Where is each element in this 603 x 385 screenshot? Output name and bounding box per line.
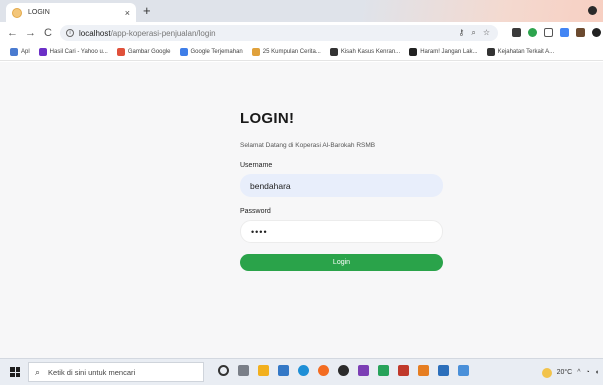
windows-start-icon[interactable] — [10, 367, 20, 377]
login-button[interactable]: Login — [240, 254, 443, 271]
tab-strip-tint — [363, 0, 603, 22]
address-bar-actions: ⚷ ⌕ ☆ — [458, 25, 490, 41]
site-info-icon[interactable]: i — [66, 29, 74, 37]
task-view-icon[interactable] — [238, 365, 249, 376]
extension-icon[interactable] — [544, 28, 553, 37]
bookmark-site-icon — [409, 48, 418, 56]
extension-icon[interactable] — [576, 28, 585, 37]
bookmark-star-icon[interactable]: ☆ — [483, 25, 490, 41]
bookmarks-bar: Apl Hasil Cari - Yahoo u... Gambar Googl… — [0, 44, 603, 61]
zoom-icon[interactable]: ⌕ — [471, 25, 475, 41]
app-icon[interactable] — [458, 365, 469, 376]
bookmark-item[interactable]: Hasil Cari - Yahoo u... — [38, 48, 108, 56]
app-icon[interactable] — [358, 365, 369, 376]
taskbar-apps — [218, 365, 469, 376]
new-tab-button[interactable]: + — [143, 3, 151, 19]
extension-icon[interactable] — [528, 28, 537, 37]
translate-icon — [179, 48, 188, 56]
forward-button[interactable]: → — [25, 26, 36, 40]
taskbar-search[interactable]: ⌕ Ketik di sini untuk mencari — [28, 362, 204, 382]
tab-strip: LOGIN × + — [0, 0, 603, 22]
profile-icon[interactable] — [588, 6, 597, 15]
system-tray: 20°C ^ ◔ ◖ — [541, 359, 599, 385]
menu-icon[interactable] — [592, 28, 601, 37]
bookmark-item[interactable]: Kisah Kasus Kenran... — [329, 48, 400, 56]
password-field[interactable]: •••• — [240, 220, 443, 243]
extension-icon[interactable] — [512, 28, 521, 37]
extension-icon[interactable] — [560, 28, 569, 37]
extension-icons — [512, 28, 601, 37]
navigation-bar: ← → C i localhost/app-koperasi-penjualan… — [0, 22, 603, 44]
bookmark-item[interactable]: Gambar Google — [116, 48, 171, 56]
bookmark-item[interactable]: Apl — [10, 48, 30, 56]
temperature[interactable]: 20°C — [557, 369, 573, 376]
url-host: localhost — [79, 28, 111, 38]
app-icon[interactable] — [378, 365, 389, 376]
welcome-text: Selamat Datang di Koperasi Al-Barokah RS… — [240, 142, 376, 149]
tab-title: LOGIN — [28, 9, 50, 16]
address-bar[interactable]: i localhost/app-koperasi-penjualan/login… — [60, 25, 498, 41]
bookmark-item[interactable]: Google Terjemahan — [179, 48, 243, 56]
tray-chevron-icon[interactable]: ^ — [577, 369, 580, 376]
bookmark-item[interactable]: 25 Kumpulan Cerita... — [251, 48, 321, 56]
file-explorer-icon[interactable] — [258, 365, 269, 376]
favicon-icon — [12, 7, 22, 18]
login-form: LOGIN! Selamat Datang di Koperasi Al-Bar… — [240, 110, 445, 271]
weather-icon[interactable] — [541, 367, 552, 378]
apps-grid-icon — [10, 48, 18, 56]
edge-icon[interactable] — [298, 365, 309, 376]
username-field[interactable]: bendahara — [240, 174, 443, 197]
bookmark-site-icon — [329, 48, 338, 56]
tab-close-icon[interactable]: × — [125, 8, 130, 18]
bookmark-site-icon — [251, 48, 260, 56]
network-icon[interactable]: ◔ — [586, 369, 590, 376]
volume-icon[interactable]: ◖ — [595, 369, 599, 376]
app-icon[interactable] — [438, 365, 449, 376]
app-icon[interactable] — [398, 365, 409, 376]
page-title: LOGIN! — [240, 110, 295, 127]
app-icon[interactable] — [418, 365, 429, 376]
username-label: Username — [240, 162, 273, 169]
app-icon[interactable] — [318, 365, 329, 376]
search-icon: ⌕ — [35, 366, 41, 377]
reload-button[interactable]: C — [44, 26, 52, 40]
google-icon — [116, 48, 125, 56]
url-path: /app-koperasi-penjualan/login — [110, 28, 216, 38]
tab-login[interactable]: LOGIN × — [6, 3, 136, 22]
bookmark-item[interactable]: Haram! Jangan Lak... — [409, 48, 478, 56]
bookmark-item[interactable]: Kejahatan Terkait A... — [486, 48, 554, 56]
key-icon[interactable]: ⚷ — [458, 25, 464, 41]
cortana-icon[interactable] — [218, 365, 229, 376]
taskbar: ⌕ Ketik di sini untuk mencari 20°C ^ ◔ ◖ — [0, 358, 603, 385]
yahoo-icon — [38, 48, 47, 56]
page-content: LOGIN! Selamat Datang di Koperasi Al-Bar… — [0, 62, 603, 358]
news-icon[interactable] — [278, 365, 289, 376]
chrome-icon[interactable] — [338, 365, 349, 376]
taskbar-search-placeholder: Ketik di sini untuk mencari — [48, 367, 136, 377]
bookmark-site-icon — [486, 48, 495, 56]
password-label: Password — [240, 208, 271, 215]
back-button[interactable]: ← — [7, 26, 18, 40]
